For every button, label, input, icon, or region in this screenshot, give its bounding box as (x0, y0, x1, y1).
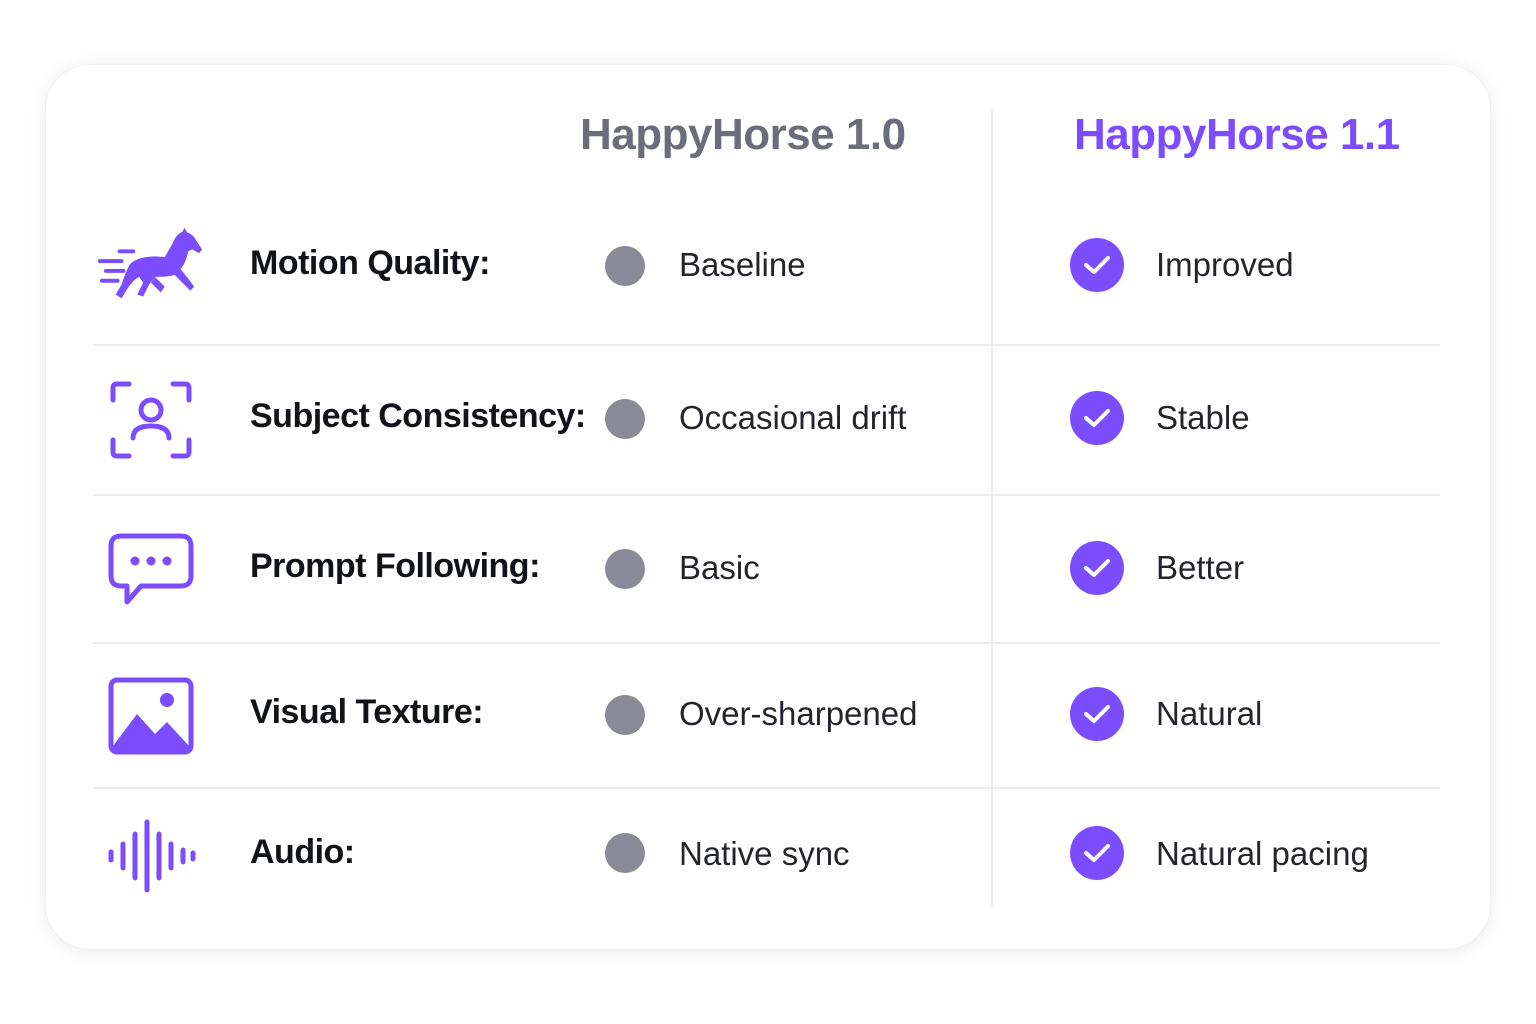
check-icon (1070, 687, 1124, 741)
new-value: Stable (1156, 399, 1250, 436)
row-divider (93, 344, 1440, 346)
row-label: Audio: (250, 833, 355, 871)
new-value: Improved (1156, 246, 1294, 283)
comparison-card: HappyHorse 1.0 HappyHorse 1.1 Motion Qua… (46, 65, 1490, 949)
row-label: Motion Quality: (250, 244, 490, 282)
audio-waveform-icon (96, 811, 206, 901)
old-value: Native sync (679, 835, 850, 872)
old-value: Over-sharpened (679, 695, 918, 732)
new-value: Natural (1156, 695, 1263, 732)
header-happyhorse-1-1: HappyHorse 1.1 (1074, 110, 1400, 159)
check-icon (1070, 826, 1124, 880)
status-dot-old (605, 246, 645, 286)
status-dot-old (605, 549, 645, 589)
image-icon (96, 671, 206, 761)
row-label: Prompt Following: (250, 547, 540, 585)
row-motion-quality: Motion Quality: Baseline Improved (46, 222, 1490, 346)
row-divider (93, 642, 1440, 644)
check-icon (1070, 391, 1124, 445)
status-dot-old (605, 833, 645, 873)
row-audio: Audio: Native sync Natural pacing (46, 811, 1490, 911)
row-prompt-following: Prompt Following: Basic Better (46, 525, 1490, 645)
old-value: Basic (679, 549, 760, 586)
status-dot-old (605, 399, 645, 439)
chat-bubble-icon (96, 525, 206, 615)
row-subject-consistency: Subject Consistency: Occasional drift St… (46, 375, 1490, 495)
running-horse-icon (96, 222, 206, 312)
header-happyhorse-1-0: HappyHorse 1.0 (580, 110, 906, 159)
row-divider (93, 494, 1440, 496)
face-scan-icon (96, 375, 206, 465)
row-label: Subject Consistency: (250, 397, 586, 435)
old-value: Baseline (679, 246, 806, 283)
status-dot-old (605, 695, 645, 735)
new-value: Natural pacing (1156, 835, 1369, 872)
new-value: Better (1156, 549, 1245, 586)
check-icon (1070, 238, 1124, 292)
row-label: Visual Texture: (250, 693, 484, 731)
old-value: Occasional drift (679, 399, 907, 436)
row-divider (93, 787, 1440, 789)
check-icon (1070, 541, 1124, 595)
row-visual-texture: Visual Texture: Over-sharpened Natural (46, 671, 1490, 791)
